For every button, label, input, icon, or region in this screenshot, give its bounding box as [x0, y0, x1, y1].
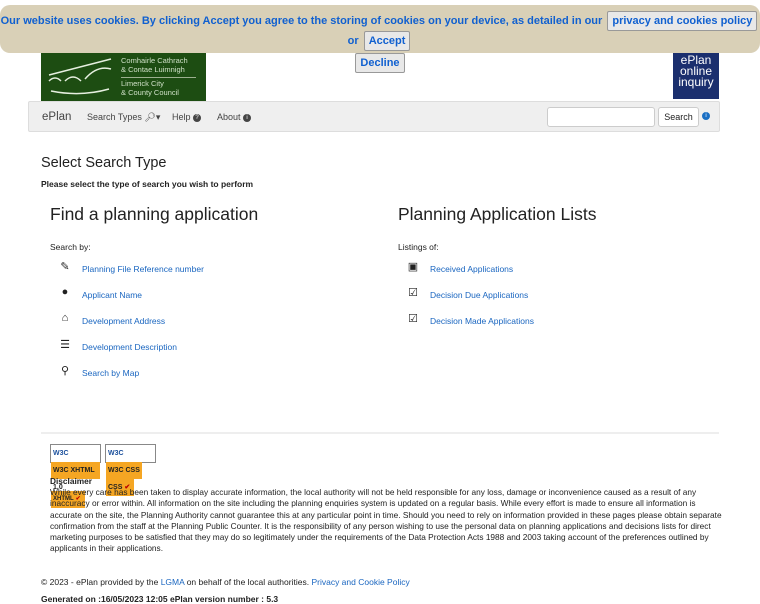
disclaimer-text: While every care has been taken to displ…	[50, 487, 722, 554]
disclaimer-title: Disclaimer	[50, 476, 92, 486]
nav-help[interactable]: Help ?	[172, 112, 202, 122]
info-icon: i	[243, 113, 252, 122]
link-applicant-name[interactable]: Applicant Name	[82, 290, 142, 300]
bridge-logo-icon	[48, 58, 112, 95]
council-logo[interactable]: Comhairle Cathrach & Contae Luimnigh Lime…	[41, 53, 206, 101]
caret-down-icon: ▾	[155, 112, 161, 122]
nav-brand[interactable]: ePlan	[42, 111, 71, 123]
cookie-or: or	[347, 35, 359, 47]
nav-about[interactable]: About i	[217, 112, 252, 122]
generated-info: Generated on :16/05/2023 12:05 ePlan ver…	[41, 594, 279, 604]
nav-label: Search Types	[87, 112, 142, 122]
link-development-description[interactable]: Development Description	[82, 342, 177, 352]
accept-button[interactable]: Accept	[363, 31, 411, 51]
divider	[41, 432, 719, 434]
page-subtitle: Please select the type of search you wis…	[41, 179, 254, 189]
decline-button[interactable]: Decline	[355, 53, 405, 73]
link-decision-made[interactable]: Decision Made Applications	[430, 316, 534, 326]
privacy-link[interactable]: Privacy and Cookie Policy	[311, 577, 409, 587]
w3c-css-badge[interactable]: W3CW3C CSSCSS ✔	[105, 444, 156, 496]
find-heading: Find a planning application	[50, 204, 259, 224]
eplan-logo[interactable]: ePlan online inquiry	[673, 53, 719, 99]
listings-of-label: Listings of:	[398, 242, 439, 252]
link-development-address[interactable]: Development Address	[82, 316, 165, 326]
home-icon: ⌂	[61, 312, 69, 324]
nav-label: Help	[172, 112, 191, 122]
search-button[interactable]: Search	[658, 107, 699, 127]
lists-heading: Planning Application Lists	[398, 204, 597, 224]
logo-text: & Contae Luimnigh	[121, 64, 185, 74]
search-input[interactable]	[547, 107, 655, 127]
inbox-icon: ▣	[407, 261, 419, 273]
link-decision-due[interactable]: Decision Due Applications	[430, 290, 528, 300]
info-icon[interactable]: i	[702, 112, 710, 120]
copyright-text: on behalf of the local authorities.	[186, 577, 310, 587]
footer: © 2023 - ePlan provided by the LGMA on b…	[41, 577, 410, 587]
nav-search-types[interactable]: Search Types 🔎︎▾	[87, 112, 160, 123]
question-icon: ?	[193, 113, 202, 122]
privacy-policy-button[interactable]: privacy and cookies policy	[607, 11, 758, 31]
copyright-text: © 2023 - ePlan provided by the	[41, 577, 159, 587]
link-search-by-map[interactable]: Search by Map	[82, 368, 139, 378]
search-icon: 🔎︎	[144, 112, 156, 122]
link-file-reference[interactable]: Planning File Reference number	[82, 264, 204, 274]
cookie-message: Our website uses cookies. By clicking Ac…	[0, 15, 603, 27]
pencil-icon: ✎	[60, 261, 70, 273]
user-icon: ●	[61, 286, 69, 298]
nav-label: About	[217, 112, 241, 122]
check-icon: ☑	[408, 313, 418, 325]
edit-icon: ☑	[408, 287, 418, 299]
link-received-applications[interactable]: Received Applications	[430, 264, 513, 274]
w3c-xhtml-badge[interactable]: W3CW3C XHTML 1.0XHTML ✔	[50, 444, 101, 508]
lgma-link[interactable]: LGMA	[161, 577, 185, 587]
logo-text: & County Council	[121, 87, 179, 97]
search-by-label: Search by:	[50, 242, 91, 252]
map-marker-icon: ⚲	[60, 365, 70, 377]
page-title: Select Search Type	[41, 155, 167, 171]
list-icon: ☰	[60, 339, 70, 351]
cookie-banner: Our website uses cookies. By clicking Ac…	[0, 5, 760, 73]
disclaimer: Disclaimer While every care has been tak…	[50, 476, 726, 554]
navbar: ePlan Search Types 🔎︎▾ Help ? About i Se…	[28, 101, 720, 132]
